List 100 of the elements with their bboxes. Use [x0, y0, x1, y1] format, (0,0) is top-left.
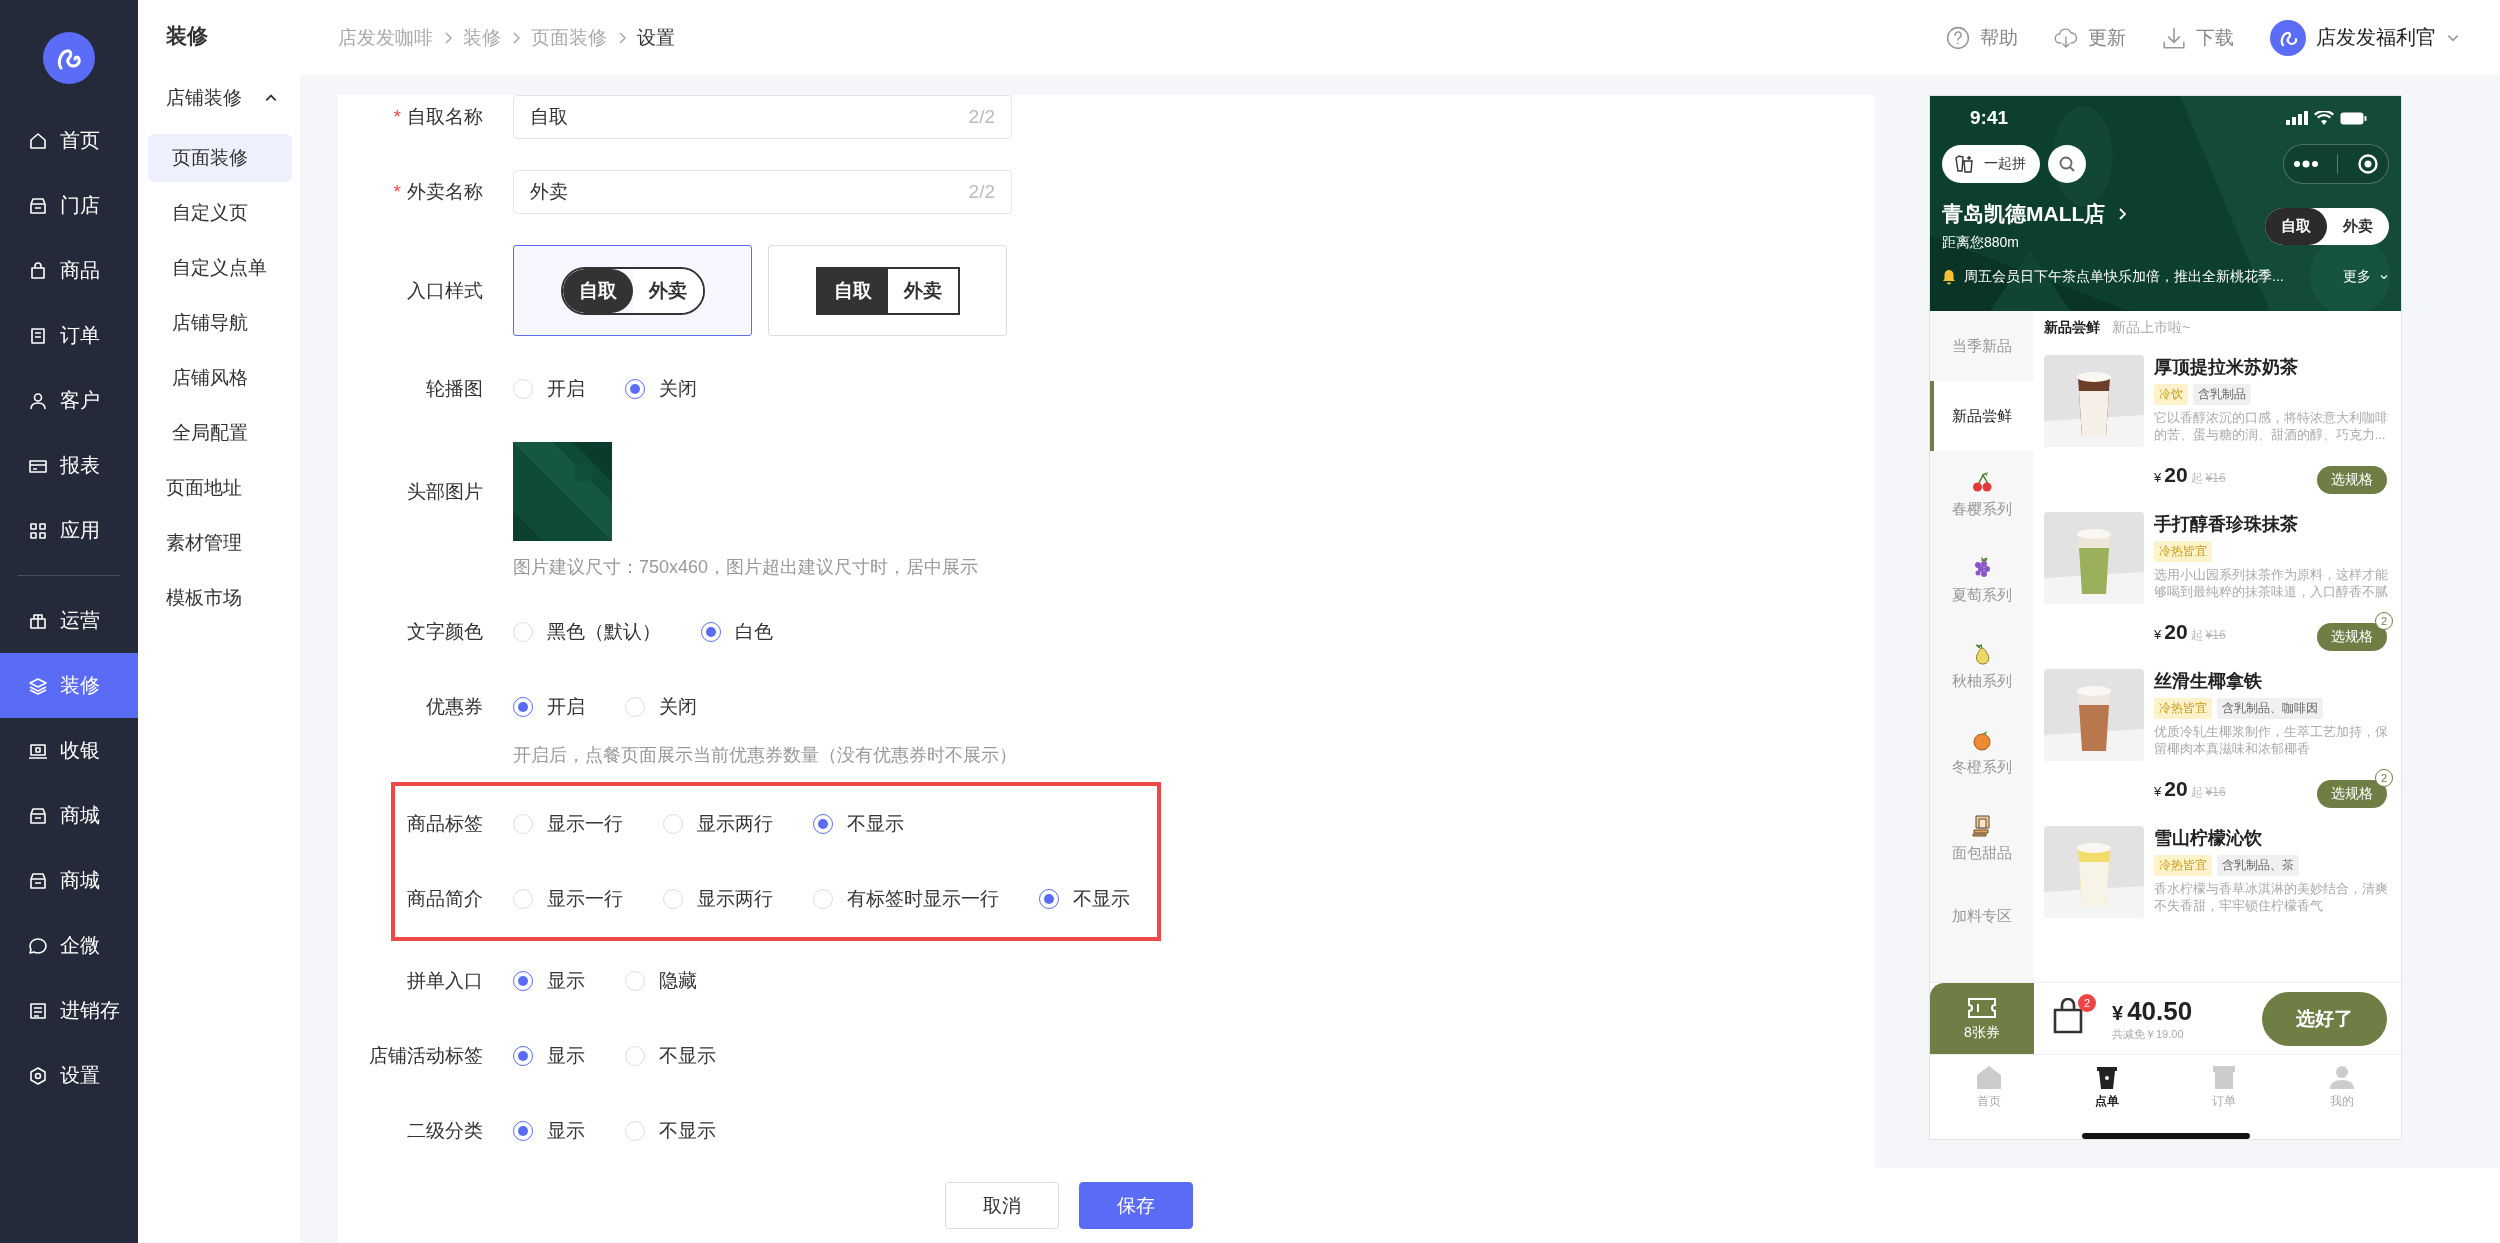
cherry-icon [1970, 469, 1994, 494]
radio-option[interactable]: 显示 [513, 1043, 585, 1069]
store-icon [28, 195, 48, 216]
radio-button[interactable] [513, 1121, 533, 1141]
radio-button[interactable] [625, 379, 645, 399]
chevron-icon [617, 30, 627, 45]
menu-item[interactable]: 店铺风格 [148, 354, 292, 402]
style-option[interactable]: 自取 外卖 [513, 245, 752, 336]
nav-item[interactable]: 商城 [0, 783, 138, 848]
field-label: 拼单入口 [407, 970, 483, 991]
text-field[interactable]: 自取 2/2 [513, 95, 1012, 139]
radio-button[interactable] [813, 814, 833, 834]
radio-button[interactable] [513, 1046, 533, 1066]
product-tag: 含乳制品、茶 [2217, 855, 2299, 876]
nav-item[interactable]: 商城 [0, 848, 138, 913]
nav-item[interactable]: 门店 [0, 173, 138, 238]
product-tag: 冷饮 [2154, 384, 2188, 405]
radio-button[interactable] [513, 971, 533, 991]
menu-item[interactable]: 模板市场 [138, 574, 300, 622]
ticket-icon [1967, 995, 1997, 1020]
radio-option[interactable]: 显示两行 [663, 811, 773, 837]
radio-option[interactable]: 显示两行 [663, 886, 773, 912]
nav-item[interactable]: 订单 [0, 303, 138, 368]
field-label: 头部图片 [407, 481, 483, 502]
text-field[interactable]: 外卖 2/2 [513, 170, 1012, 214]
help-icon [1946, 25, 1970, 50]
capsule-menu[interactable] [2283, 144, 2389, 184]
user-menu[interactable]: 店发发福利官 [2270, 19, 2460, 56]
header-action[interactable]: 下载 [2162, 24, 2234, 51]
cancel-button[interactable]: 取消 [945, 1182, 1059, 1229]
field-label: 入口样式 [407, 280, 483, 301]
menu-item[interactable]: 页面地址 [138, 464, 300, 512]
style-option[interactable]: 自取 外卖 [768, 245, 1007, 336]
radio-option[interactable]: 显示 [513, 1118, 585, 1144]
product-description: 香水柠檬与香草冰淇淋的美妙结合，清爽不失香甜，牢牢锁住柠檬香气 [2154, 881, 2389, 915]
chat-icon [28, 935, 48, 956]
menu-group[interactable]: 店铺装修 [138, 80, 300, 116]
group-order-button[interactable]: 一起拼 [1942, 145, 2040, 183]
nav-item[interactable]: 设置 [0, 1043, 138, 1108]
field-label: 文字颜色 [407, 621, 483, 642]
radio-option[interactable]: 黑色（默认） [513, 619, 661, 645]
toggle-segment: 外卖 [632, 268, 703, 313]
document-icon [28, 325, 48, 346]
radio-option[interactable]: 开启 [513, 376, 585, 402]
menu-item[interactable]: 自定义页 [148, 189, 292, 237]
select-spec-button[interactable]: 选规格 [2317, 466, 2387, 494]
menu-item[interactable]: 页面装修 [148, 134, 292, 182]
category-tab[interactable]: 新品尝鲜 [1930, 381, 2034, 451]
product-price: ¥20 起 ¥16 [2154, 619, 2226, 644]
checkout-button[interactable]: 选好了 [2262, 991, 2387, 1046]
section-subtitle: 新品上市啦~ [2112, 319, 2191, 337]
radio-option[interactable]: 显示一行 [513, 811, 623, 837]
radio-option[interactable]: 关闭 [625, 694, 697, 720]
save-button[interactable]: 保存 [1079, 1182, 1193, 1229]
menu-item[interactable]: 全局配置 [148, 409, 292, 457]
menu-item[interactable]: 自定义点单 [148, 244, 292, 292]
notice-text: 周五会员日下午茶点单快乐加倍，推出全新桃花季... [1964, 268, 2284, 286]
more-link[interactable]: 更多 [2343, 268, 2371, 286]
nav-item[interactable]: 商品 [0, 238, 138, 303]
radio-button[interactable] [701, 622, 721, 642]
radio-option[interactable]: 关闭 [625, 376, 697, 402]
status-time: 9:41 [1970, 107, 2009, 129]
radio-button[interactable] [1039, 889, 1059, 909]
count-badge: 2 [2375, 612, 2393, 630]
menu-item[interactable]: 店铺导航 [148, 299, 292, 347]
tab-bar-item[interactable]: 点单 [2047, 1055, 2166, 1119]
nav-item[interactable]: 运营 [0, 588, 138, 653]
coupon-button[interactable]: 8张券 [1930, 983, 2034, 1054]
nav-item[interactable]: 首页 [0, 108, 138, 173]
hint-text: 图片建议尺寸：750x460，图片超出建议尺寸时，居中展示 [513, 556, 979, 579]
radio-option[interactable]: 不显示 [625, 1043, 716, 1069]
product-price: ¥20 起 ¥16 [2154, 462, 2226, 487]
record-icon [2356, 153, 2379, 175]
nav-item[interactable]: 装修 [0, 653, 138, 718]
nav-item[interactable]: 应用 [0, 498, 138, 563]
header-action[interactable]: 更新 [2054, 24, 2126, 51]
field-label: 外卖名称 [407, 181, 483, 202]
radio-option[interactable]: 显示一行 [513, 886, 623, 912]
menu-item[interactable]: 素材管理 [138, 519, 300, 567]
chevron-icon [511, 30, 521, 45]
nav-item[interactable]: 企微 [0, 913, 138, 978]
radio-button[interactable] [513, 697, 533, 717]
nav-item[interactable]: 收银 [0, 718, 138, 783]
nav-item[interactable]: 报表 [0, 433, 138, 498]
nav-item[interactable]: 进销存 [0, 978, 138, 1043]
header-action[interactable]: 帮助 [1946, 24, 2018, 51]
store-name[interactable]: 青岛凯德MALL店 [1942, 200, 2130, 228]
radio-option[interactable]: 不显示 [625, 1118, 716, 1144]
chevron-down-icon [2379, 272, 2389, 282]
radio-option[interactable]: 有标签时显示一行 [813, 886, 999, 912]
radio-option[interactable]: 开启 [513, 694, 585, 720]
mode-tab[interactable]: 外卖 [2327, 207, 2389, 245]
radio-option[interactable]: 显示 [513, 968, 585, 994]
radio-option[interactable]: 隐藏 [625, 968, 697, 994]
radio-option[interactable]: 不显示 [1039, 886, 1130, 912]
nav-item[interactable]: 客户 [0, 368, 138, 433]
count-badge: 2 [2375, 769, 2393, 787]
radio-option[interactable]: 白色 [701, 619, 773, 645]
product-tag: 含乳制品、咖啡因 [2217, 698, 2323, 719]
radio-option[interactable]: 不显示 [813, 811, 904, 837]
